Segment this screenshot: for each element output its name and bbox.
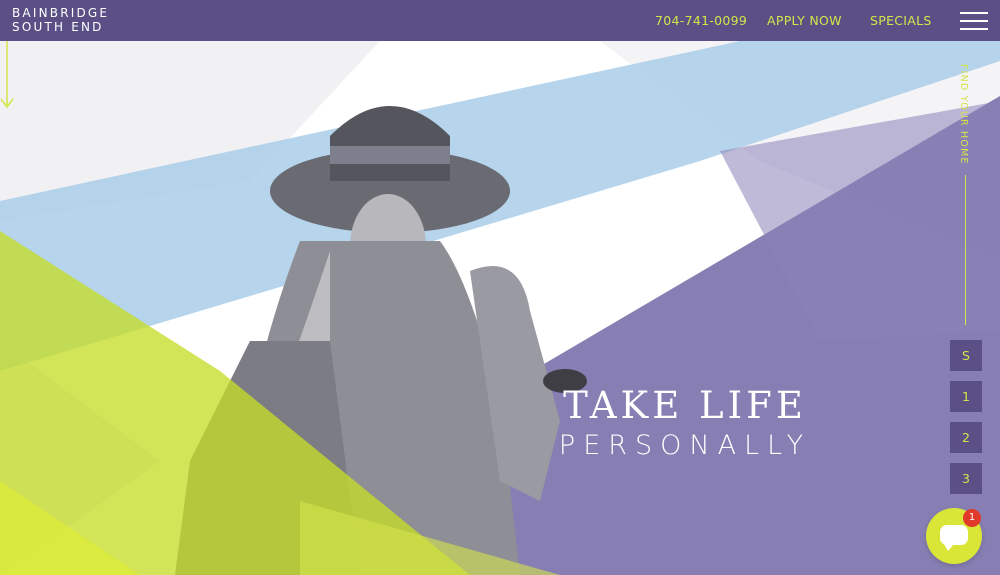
- side-button-s[interactable]: S: [950, 340, 982, 371]
- logo-line-2: SOUTH END: [12, 20, 104, 34]
- site-header: BAINBRIDGE SOUTH END 704-741-0099 APPLY …: [0, 0, 1000, 41]
- divider-line: [965, 175, 966, 325]
- apply-now-link[interactable]: APPLY NOW: [767, 13, 842, 28]
- logo-line-1: BAINBRIDGE: [12, 6, 110, 20]
- headline-line-1: TAKE LIFE: [563, 384, 807, 427]
- hero-background: [0, 41, 1000, 575]
- hero-section: TAKE LIFE PERSONALLY: [0, 41, 1000, 575]
- side-button-1[interactable]: 1: [950, 381, 982, 412]
- logo[interactable]: BAINBRIDGE SOUTH END: [12, 6, 109, 34]
- hero-headline: TAKE LIFE PERSONALLY: [520, 384, 850, 464]
- side-button-3[interactable]: 3: [950, 463, 982, 494]
- find-your-home-link[interactable]: FIND YOUR HOME: [958, 64, 969, 165]
- chat-notification-badge: 1: [963, 509, 981, 527]
- hamburger-icon[interactable]: [960, 12, 988, 30]
- side-button-2[interactable]: 2: [950, 422, 982, 453]
- chat-bubble-icon: [940, 525, 968, 551]
- arrow-down-icon[interactable]: [0, 41, 14, 111]
- headline-line-2: PERSONALLY: [558, 430, 812, 461]
- specials-link[interactable]: SPECIALS: [870, 13, 932, 28]
- phone-link[interactable]: 704-741-0099: [655, 13, 747, 28]
